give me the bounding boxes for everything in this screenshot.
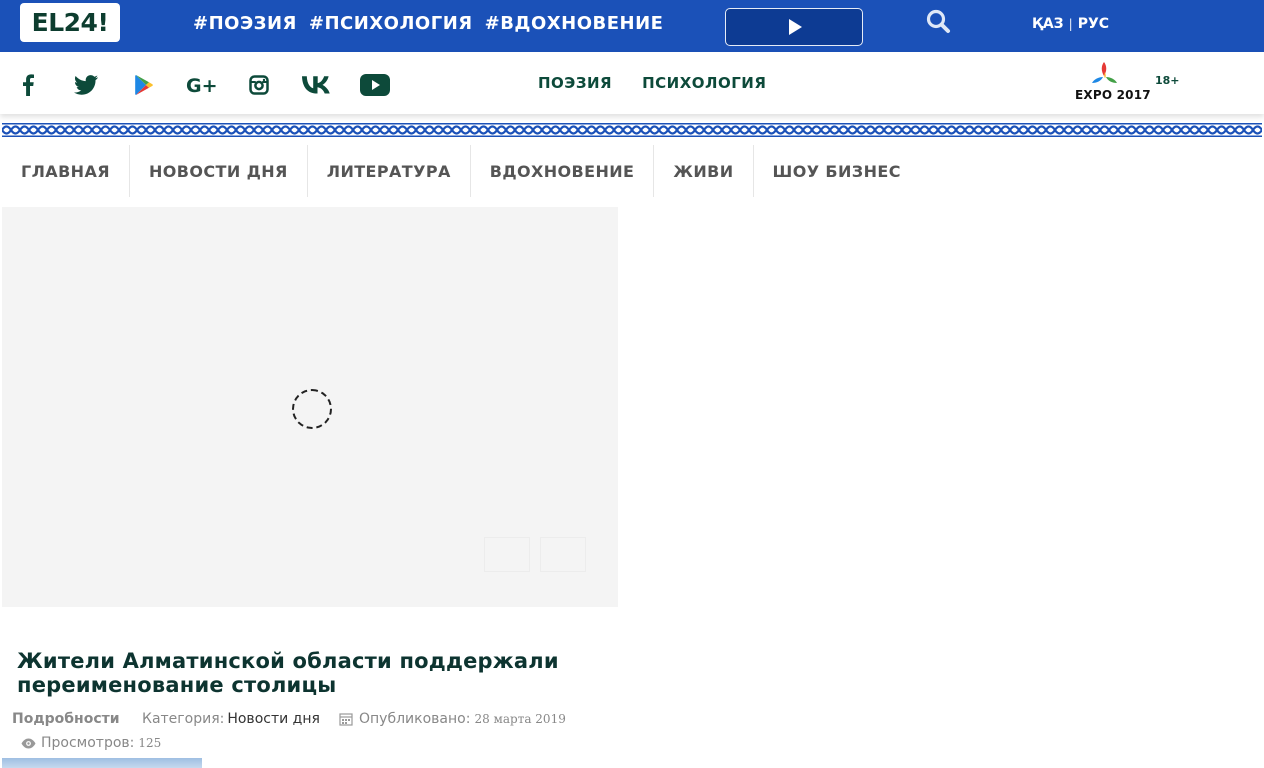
category-link[interactable]: Новости дня (227, 711, 320, 727)
ornament-divider (2, 123, 1262, 137)
expo-label: EXPO 2017 (1075, 88, 1151, 102)
language-switcher: ҚАЗ | РУС (1032, 16, 1109, 32)
menu-item-news[interactable]: НОВОСТИ ДНЯ (130, 145, 308, 197)
vk-icon[interactable] (301, 72, 333, 98)
article-image (2, 758, 202, 768)
eye-icon (21, 738, 36, 748)
google-play-icon[interactable] (133, 72, 155, 98)
published-label: Опубликовано: (359, 711, 471, 727)
play-icon (789, 19, 802, 35)
article-category: Категория: Новости дня (142, 711, 320, 727)
views-count: 125 (138, 736, 162, 750)
article-title: Жители Алматинской области поддержали пе… (17, 649, 559, 697)
social-bar: G+ ПОЭЗИЯ ПСИХОЛОГИЯ EXPO 2017 18+ (0, 52, 1264, 114)
lang-kaz-link[interactable]: ҚАЗ (1032, 16, 1064, 32)
live-play-button[interactable] (725, 8, 863, 46)
menu-item-showbiz[interactable]: ШОУ БИЗНЕС (754, 145, 920, 197)
expo-2017-logo[interactable]: EXPO 2017 (1072, 60, 1151, 106)
twitter-icon[interactable] (73, 72, 99, 98)
menu-item-literature[interactable]: ЛИТЕРАТУРА (308, 145, 471, 197)
top-bar: EL24! #ПОЭЗИЯ #ПСИХОЛОГИЯ #ВДОХНОВЕНИЕ Қ… (0, 0, 1264, 52)
lang-rus-link[interactable]: РУС (1078, 16, 1109, 32)
video-control-button[interactable] (540, 537, 586, 572)
lang-separator: | (1068, 17, 1073, 31)
site-logo[interactable]: EL24! (20, 3, 120, 42)
secondary-nav: ПОЭЗИЯ ПСИХОЛОГИЯ (538, 74, 766, 92)
menu-item-inspiration[interactable]: ВДОХНОВЕНИЕ (471, 145, 655, 197)
facebook-icon[interactable] (19, 72, 37, 98)
hashtag-psychology[interactable]: #ПСИХОЛОГИЯ (309, 13, 473, 34)
hashtag-nav: #ПОЭЗИЯ #ПСИХОЛОГИЯ #ВДОХНОВЕНИЕ (193, 13, 663, 34)
article-published: Опубликовано: 28 марта 2019 (339, 711, 566, 727)
svg-text:G+: G+ (186, 75, 216, 95)
article-views: Просмотров: 125 (21, 735, 161, 751)
nav-poetry-link[interactable]: ПОЭЗИЯ (538, 74, 612, 92)
published-date: 28 марта 2019 (474, 712, 566, 726)
nav-psychology-link[interactable]: ПСИХОЛОГИЯ (642, 74, 766, 92)
category-label: Категория: (142, 711, 225, 727)
hashtag-poetry[interactable]: #ПОЭЗИЯ (193, 13, 297, 34)
search-icon[interactable] (925, 8, 953, 36)
youtube-icon[interactable] (360, 72, 390, 98)
main-menu: ГЛАВНАЯ НОВОСТИ ДНЯ ЛИТЕРАТУРА ВДОХНОВЕН… (2, 145, 920, 197)
menu-item-home[interactable]: ГЛАВНАЯ (2, 145, 130, 197)
video-player[interactable] (2, 207, 618, 607)
google-plus-icon[interactable]: G+ (186, 72, 216, 98)
loading-spinner-icon (292, 389, 332, 429)
video-control-button[interactable] (484, 537, 530, 572)
instagram-icon[interactable] (248, 72, 270, 98)
menu-item-live[interactable]: ЖИВИ (654, 145, 754, 197)
calendar-icon (339, 713, 353, 726)
views-label: Просмотров: (41, 735, 135, 751)
hashtag-inspiration[interactable]: #ВДОХНОВЕНИЕ (485, 13, 664, 34)
age-rating-badge: 18+ (1155, 74, 1180, 87)
details-label: Подробности (12, 711, 120, 727)
